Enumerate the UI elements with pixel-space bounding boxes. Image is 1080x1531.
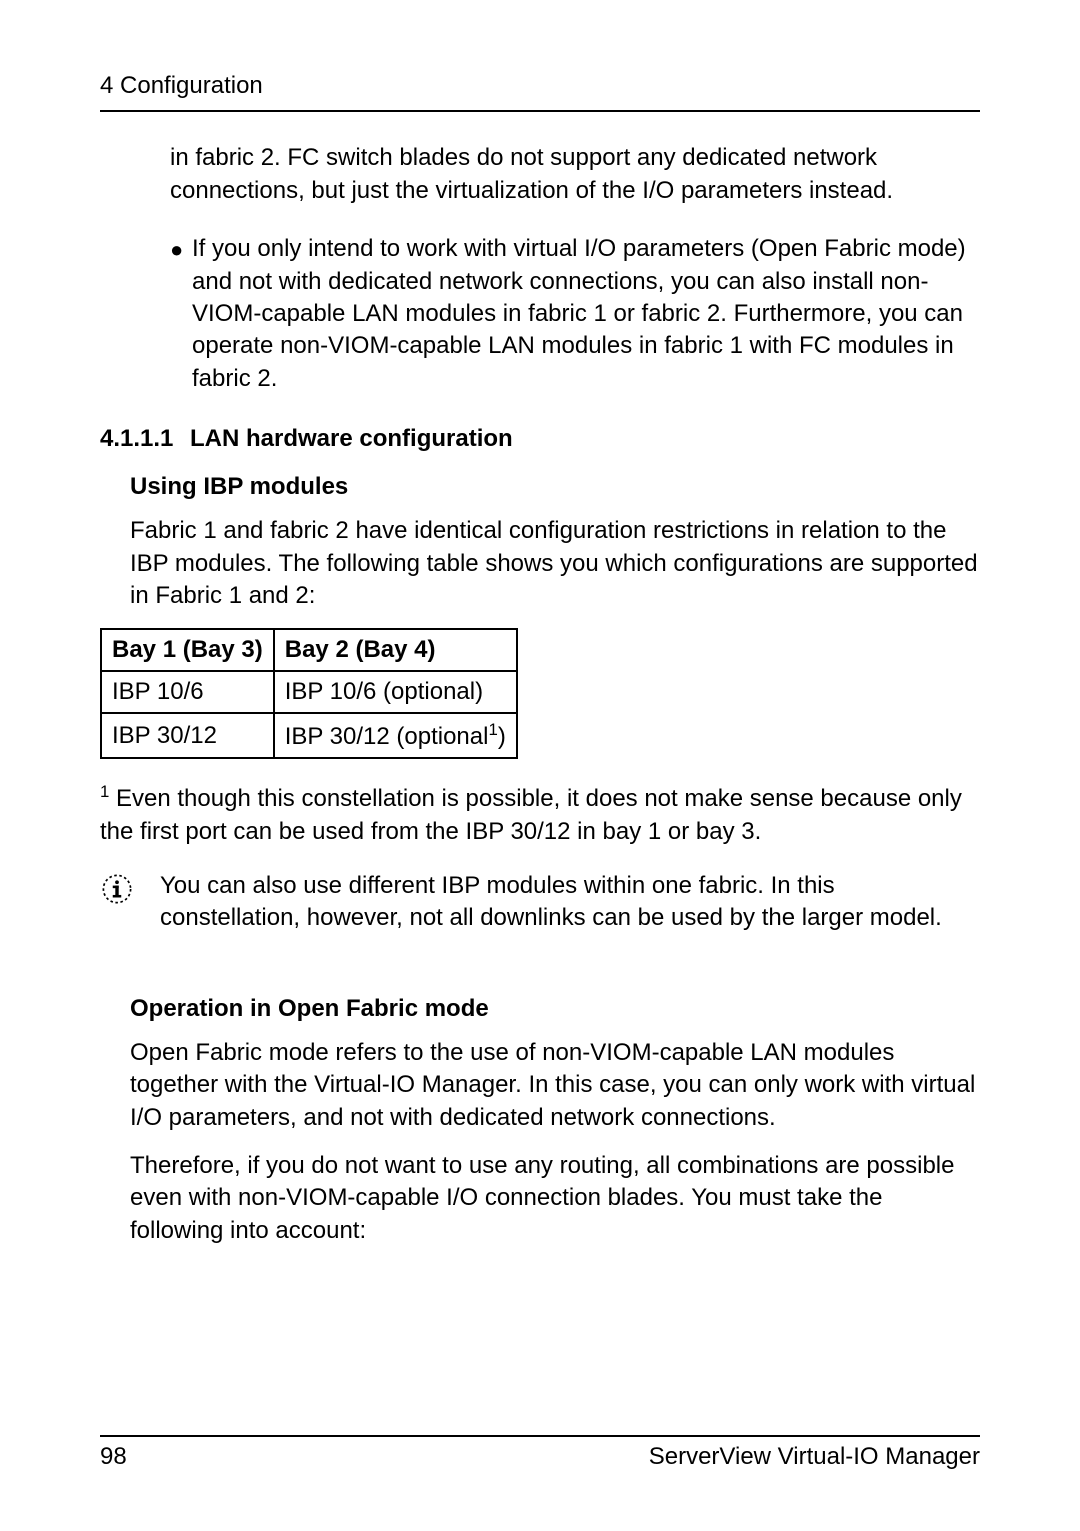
footer-row: 98 ServerView Virtual-IO Manager: [100, 1443, 980, 1471]
page-footer: 98 ServerView Virtual-IO Manager: [100, 1435, 980, 1471]
footnote-marker: 1: [100, 782, 109, 801]
ibp-table: Bay 1 (Bay 3) Bay 2 (Bay 4) IBP 10/6 IBP…: [100, 628, 518, 759]
footer-divider: [100, 1435, 980, 1437]
subheading-ibp: Using IBP modules: [130, 473, 980, 501]
open-fabric-para2: Therefore, if you do not want to use any…: [130, 1150, 980, 1247]
table-header-row: Bay 1 (Bay 3) Bay 2 (Bay 4): [101, 629, 517, 671]
table-header-bay1: Bay 1 (Bay 3): [101, 629, 274, 671]
ibp-table-container: Bay 1 (Bay 3) Bay 2 (Bay 4) IBP 10/6 IBP…: [100, 628, 980, 759]
subheading-open-fabric: Operation in Open Fabric mode: [130, 995, 980, 1023]
table-cell-r1c1: IBP 10/6: [101, 671, 274, 713]
bullet-text: If you only intend to work with virtual …: [192, 233, 980, 395]
ibp-paragraph: Fabric 1 and fabric 2 have identical con…: [130, 515, 980, 612]
info-callout: You can also use different IBP modules w…: [100, 870, 980, 935]
info-icon: [100, 870, 160, 935]
product-name: ServerView Virtual-IO Manager: [649, 1443, 980, 1471]
intro-paragraph-text: in fabric 2. FC switch blades do not sup…: [170, 144, 893, 203]
page-header: 4 Configuration: [100, 70, 980, 102]
table-cell-r2c1: IBP 30/12: [101, 713, 274, 758]
bullet-item: ● If you only intend to work with virtua…: [170, 233, 980, 395]
table-cell-r2c2-post: ): [498, 723, 506, 750]
bullet-dot-icon: ●: [170, 233, 192, 395]
section-number: 4.1.1.1: [100, 425, 190, 453]
footnote-block: 1 Even though this constellation is poss…: [100, 781, 980, 848]
header-divider: [100, 110, 980, 112]
page-container: 4 Configuration in fabric 2. FC switch b…: [0, 0, 1080, 1531]
table-header-bay2: Bay 2 (Bay 4): [274, 629, 517, 671]
table-cell-r2c2: IBP 30/12 (optional1): [274, 713, 517, 758]
footnote-text: Even though this constellation is possib…: [100, 785, 962, 844]
info-text: You can also use different IBP modules w…: [160, 870, 980, 935]
section-heading: LAN hardware configuration: [190, 425, 513, 453]
section-heading-row: 4.1.1.1 LAN hardware configuration: [100, 425, 980, 453]
table-row: IBP 30/12 IBP 30/12 (optional1): [101, 713, 517, 758]
table-cell-r1c2: IBP 10/6 (optional): [274, 671, 517, 713]
table-cell-r2c2-pre: IBP 30/12 (optional: [285, 723, 489, 750]
footnote-ref-1: 1: [488, 720, 497, 739]
table-row: IBP 10/6 IBP 10/6 (optional): [101, 671, 517, 713]
page-number: 98: [100, 1443, 127, 1471]
open-fabric-para1: Open Fabric mode refers to the use of no…: [130, 1037, 980, 1134]
intro-paragraph: in fabric 2. FC switch blades do not sup…: [170, 142, 980, 207]
header-title: 4 Configuration: [100, 72, 263, 99]
